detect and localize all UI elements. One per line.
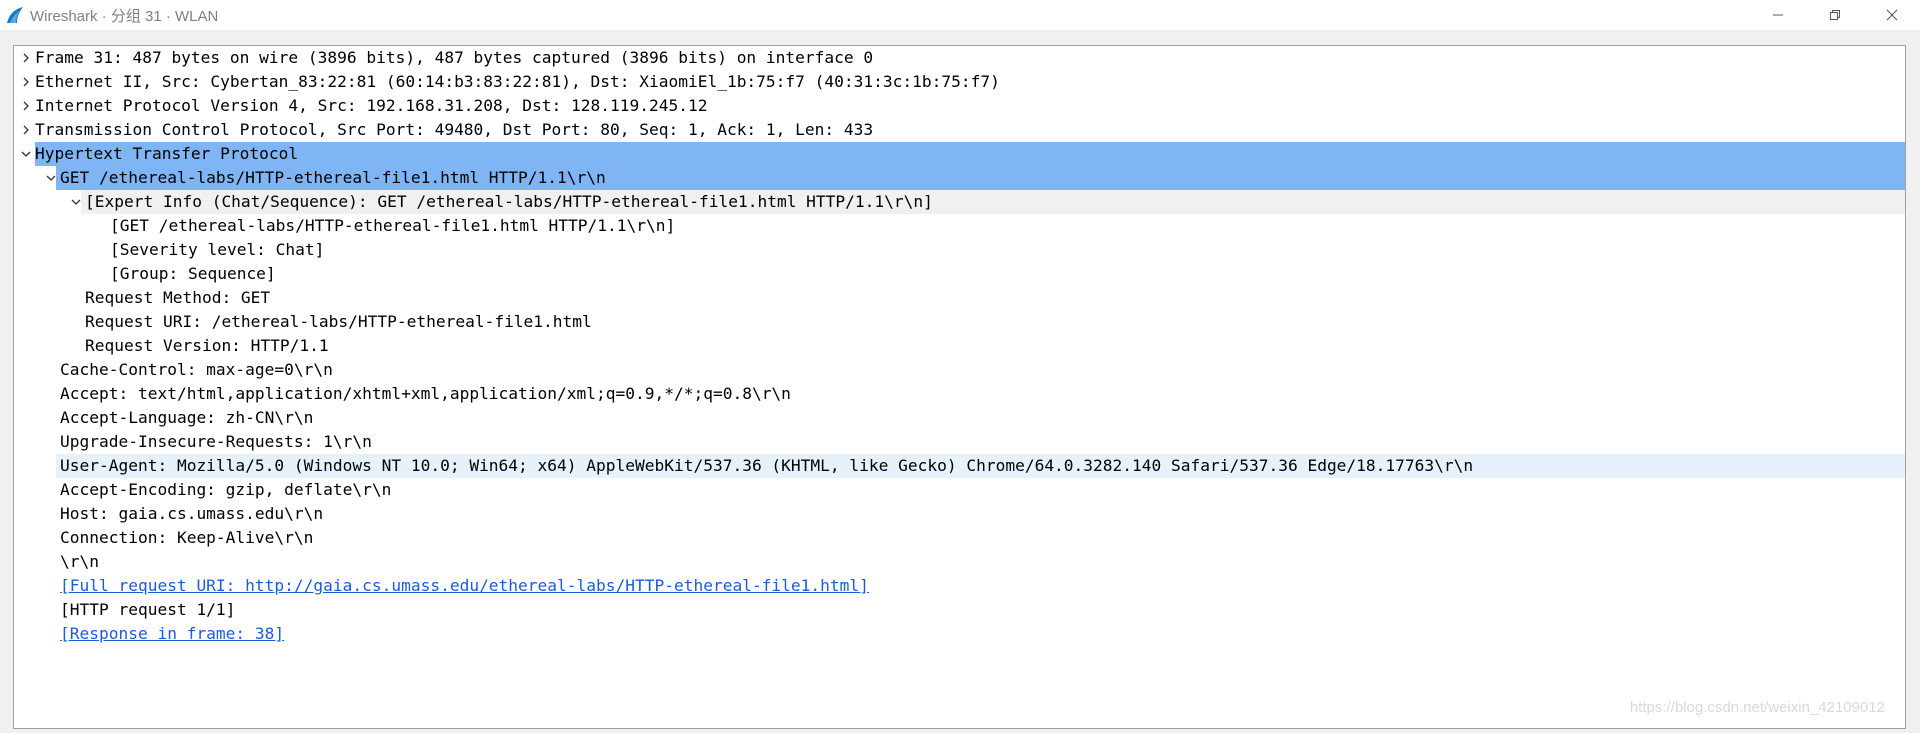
tree-row-label: Hypertext Transfer Protocol: [35, 144, 299, 163]
row-highlight: [56, 526, 1905, 550]
row-highlight: [56, 502, 1905, 526]
window-title: Wireshark · 分组 31 · WLAN: [30, 7, 219, 25]
packet-details-tree[interactable]: https://blog.csdn.net/weixin_42109012 Fr…: [13, 45, 1906, 729]
tree-row[interactable]: Hypertext Transfer Protocol: [14, 142, 1905, 166]
minimize-icon: [1772, 14, 1783, 16]
minimize-button[interactable]: [1749, 0, 1806, 30]
tree-row-link[interactable]: [Response in frame: 38]: [60, 622, 284, 646]
tree-row[interactable]: User-Agent: Mozilla/5.0 (Windows NT 10.0…: [14, 454, 1905, 478]
row-highlight: [106, 262, 1905, 286]
tree-row-label: [Severity level: Chat]: [110, 240, 325, 259]
tree-row-label: Request Version: HTTP/1.1: [85, 336, 329, 355]
tree-row[interactable]: Request Method: GET: [14, 286, 1905, 310]
tree-row-label: [HTTP request 1/1]: [60, 600, 236, 619]
close-button[interactable]: [1863, 0, 1920, 30]
tree-row[interactable]: [Expert Info (Chat/Sequence): GET /ether…: [14, 190, 1905, 214]
tree-row-link[interactable]: [Full request URI: http://gaia.cs.umass.…: [60, 574, 869, 598]
tree-row-label: Upgrade-Insecure-Requests: 1\r\n: [60, 432, 372, 451]
wireshark-fin-icon: [4, 4, 26, 26]
tree-row-label: Internet Protocol Version 4, Src: 192.16…: [35, 96, 708, 115]
close-icon: [1886, 9, 1897, 21]
row-highlight: [56, 406, 1905, 430]
tree-row[interactable]: [Response in frame: 38]: [14, 622, 1905, 646]
tree-row[interactable]: GET /ethereal-labs/HTTP-ethereal-file1.h…: [14, 166, 1905, 190]
row-highlight: [56, 622, 1905, 646]
tree-row-label: Request URI: /ethereal-labs/HTTP-etherea…: [85, 312, 592, 331]
tree-row-label: Request Method: GET: [85, 288, 271, 307]
tree-row-label: Host: gaia.cs.umass.edu\r\n: [60, 504, 324, 523]
tree-row[interactable]: Connection: Keep-Alive\r\n: [14, 526, 1905, 550]
tree-row-label: [Expert Info (Chat/Sequence): GET /ether…: [85, 192, 933, 211]
watermark: https://blog.csdn.net/weixin_42109012: [1629, 699, 1885, 716]
tree-row-label: Transmission Control Protocol, Src Port:…: [35, 120, 874, 139]
tree-row[interactable]: Host: gaia.cs.umass.edu\r\n: [14, 502, 1905, 526]
row-highlight: [81, 286, 1905, 310]
tree-row[interactable]: Accept-Language: zh-CN\r\n: [14, 406, 1905, 430]
wireshark-packet-window: Wireshark · 分组 31 · WLAN https://blog.cs…: [0, 0, 1920, 733]
tree-row-label: GET /ethereal-labs/HTTP-ethereal-file1.h…: [60, 168, 606, 187]
tree-row[interactable]: Accept: text/html,application/xhtml+xml,…: [14, 382, 1905, 406]
tree-row[interactable]: Upgrade-Insecure-Requests: 1\r\n: [14, 430, 1905, 454]
tree-row[interactable]: [Group: Sequence]: [14, 262, 1905, 286]
tree-row[interactable]: [HTTP request 1/1]: [14, 598, 1905, 622]
tree-row[interactable]: [Severity level: Chat]: [14, 238, 1905, 262]
tree-row[interactable]: Frame 31: 487 bytes on wire (3896 bits),…: [14, 46, 1905, 70]
tree-row-label: Frame 31: 487 bytes on wire (3896 bits),…: [35, 48, 874, 67]
tree-row-label: \r\n: [60, 552, 99, 571]
tree-row[interactable]: Ethernet II, Src: Cybertan_83:22:81 (60:…: [14, 70, 1905, 94]
window-controls: [1749, 0, 1920, 30]
tree-row[interactable]: [Full request URI: http://gaia.cs.umass.…: [14, 574, 1905, 598]
row-highlight: [35, 142, 1905, 166]
tree-row[interactable]: [GET /ethereal-labs/HTTP-ethereal-file1.…: [14, 214, 1905, 238]
tree-row[interactable]: Request URI: /ethereal-labs/HTTP-etherea…: [14, 310, 1905, 334]
row-highlight: [106, 238, 1905, 262]
tree-row[interactable]: Internet Protocol Version 4, Src: 192.16…: [14, 94, 1905, 118]
tree-row-label: User-Agent: Mozilla/5.0 (Windows NT 10.0…: [60, 456, 1474, 475]
tree-row-label: [Group: Sequence]: [110, 264, 276, 283]
tree-row[interactable]: Accept-Encoding: gzip, deflate\r\n: [14, 478, 1905, 502]
tree-row[interactable]: Request Version: HTTP/1.1: [14, 334, 1905, 358]
tree-row[interactable]: Cache-Control: max-age=0\r\n: [14, 358, 1905, 382]
title-bar[interactable]: Wireshark · 分组 31 · WLAN: [0, 0, 1920, 30]
tree-row[interactable]: Transmission Control Protocol, Src Port:…: [14, 118, 1905, 142]
tree-row-label: Accept-Language: zh-CN\r\n: [60, 408, 314, 427]
row-highlight: [56, 358, 1905, 382]
row-highlight: [56, 598, 1905, 622]
tree-row-label: [GET /ethereal-labs/HTTP-ethereal-file1.…: [110, 216, 676, 235]
tree-row-label: Connection: Keep-Alive\r\n: [60, 528, 314, 547]
tree-row[interactable]: \r\n: [14, 550, 1905, 574]
restore-button[interactable]: [1806, 0, 1863, 30]
tree-row-label: Cache-Control: max-age=0\r\n: [60, 360, 333, 379]
tree-row-label: Accept-Encoding: gzip, deflate\r\n: [60, 480, 392, 499]
tree-row-label: Accept: text/html,application/xhtml+xml,…: [60, 384, 791, 403]
restore-icon: [1829, 10, 1840, 20]
tree-row-label: Ethernet II, Src: Cybertan_83:22:81 (60:…: [35, 72, 1000, 91]
row-highlight: [56, 550, 1905, 574]
row-highlight: [81, 334, 1905, 358]
